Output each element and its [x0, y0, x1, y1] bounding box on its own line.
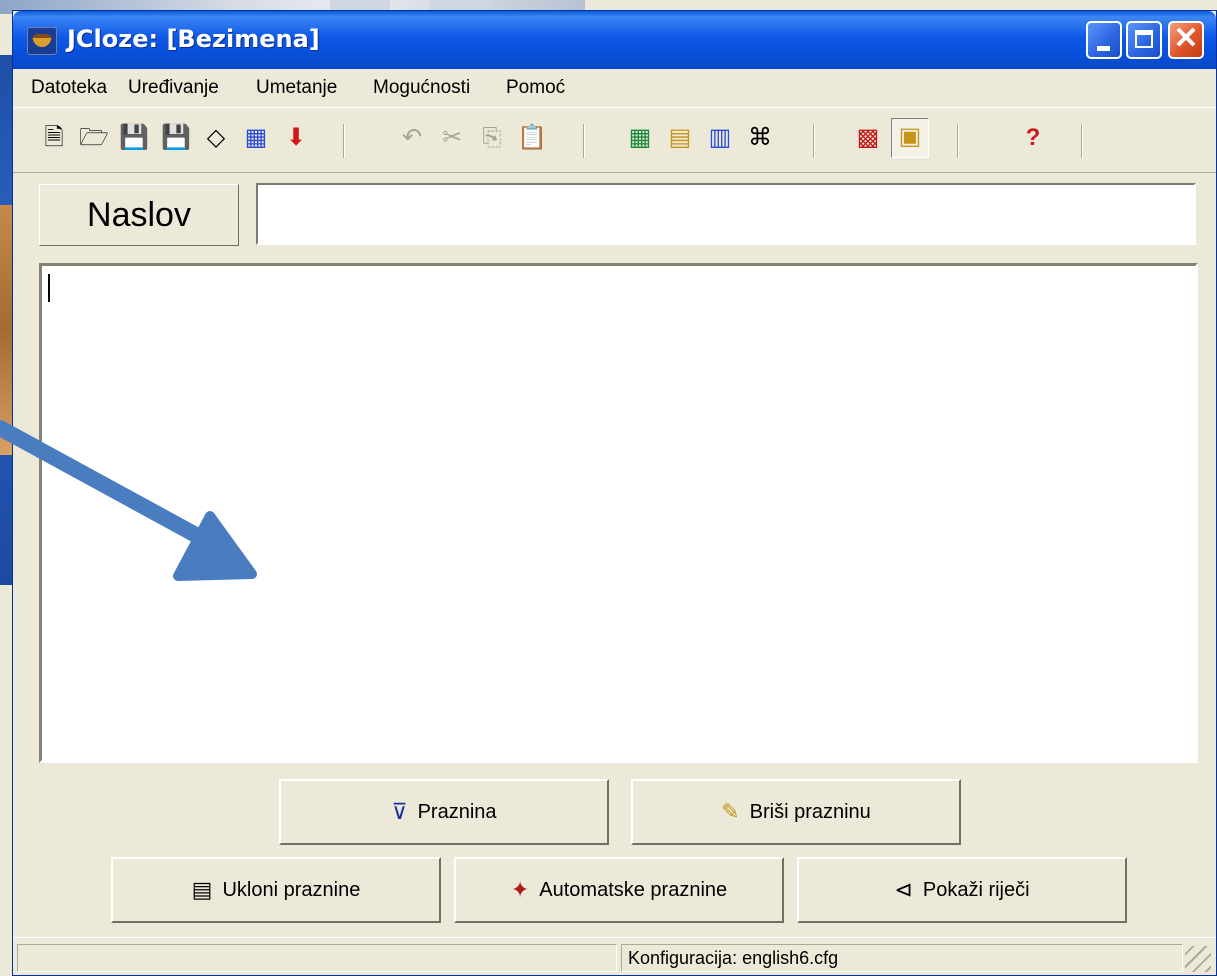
title-input[interactable] [256, 183, 1196, 245]
naslov-button[interactable]: Naslov [39, 184, 239, 246]
open-folder-icon[interactable]: 🗁 [79, 120, 109, 156]
auto-label: Automatske praznine [539, 878, 728, 901]
remove-gaps-icon: ▤ [191, 877, 213, 902]
eraser-icon: ✎ [721, 799, 740, 824]
undo-icon[interactable]: ↶ [397, 120, 427, 156]
automatske-praznine-button[interactable]: ✦ Automatske praznine [454, 857, 784, 923]
close-button[interactable]: ✕ [1168, 21, 1204, 59]
menu-bar: Datoteka Uređivanje Umetanje Mogućnosti … [13, 69, 1216, 107]
gap-icon: ⊽ [391, 799, 408, 824]
praznina-label: Praznina [417, 800, 497, 823]
menu-pomoc[interactable]: Pomoć [506, 77, 565, 99]
pokazi-rijeci-button[interactable]: ⊲ Pokaži riječi [797, 857, 1127, 923]
menu-mogucnosti[interactable]: Mogućnosti [373, 77, 470, 99]
status-bar: Konfiguracija: english6.cfg [13, 937, 1216, 975]
insert-picture-icon[interactable]: ▦ [625, 120, 655, 156]
pokazi-label: Pokaži riječi [922, 878, 1030, 901]
status-config: Konfiguracija: english6.cfg [621, 944, 1183, 972]
save-icon[interactable]: 💾 [119, 120, 149, 156]
status-panel-left [17, 944, 617, 972]
minimize-button[interactable] [1086, 21, 1122, 59]
magic-wand-icon: ✦ [510, 877, 530, 902]
cut-icon[interactable]: ✂ [437, 120, 467, 156]
menu-uredivanje[interactable]: Uređivanje [128, 77, 219, 99]
toolbar-separator [1081, 124, 1083, 158]
praznina-button[interactable]: ⊽ Praznina [279, 779, 609, 845]
show-words-icon: ⊲ [894, 877, 913, 902]
app-icon-shape [33, 38, 51, 47]
title-bar[interactable]: JCloze: [Bezimena] ✕ [13, 11, 1216, 69]
ukloni-praznine-button[interactable]: ▤ Ukloni praznine [111, 857, 441, 923]
text-caret [48, 274, 50, 302]
maximize-icon [1135, 30, 1153, 48]
config-icon[interactable]: ▩ [853, 120, 883, 156]
copy-icon[interactable]: ⎘ [477, 120, 507, 156]
layout-icon[interactable]: ▣ [891, 118, 929, 158]
new-file-icon[interactable]: 🗎 [39, 120, 69, 156]
ukloni-label: Ukloni praznine [222, 878, 361, 901]
window-title: JCloze: [Bezimena] [67, 25, 320, 53]
menu-datoteka[interactable]: Datoteka [31, 77, 107, 99]
help-icon[interactable]: ? [1018, 120, 1048, 156]
toolbar: 🗎 🗁 💾 💾 ◇ ▦ ⬇ ↶ ✂ ⎘ 📋 ▦ ▤ ▥ ⌘ ▩ ▣ ? [13, 107, 1216, 173]
toolbar-separator [343, 124, 345, 158]
insert-link-icon[interactable]: ▤ [665, 120, 695, 156]
eraser-icon[interactable]: ◇ [201, 120, 231, 156]
toolbar-separator [583, 124, 585, 158]
maximize-button[interactable] [1126, 21, 1162, 59]
brisi-label: Briši prazninu [749, 800, 871, 823]
html-icon[interactable]: ⌘ [745, 120, 775, 156]
app-icon[interactable] [27, 27, 57, 55]
resize-grip[interactable] [1185, 946, 1211, 972]
web-page-icon[interactable]: ▥ [705, 120, 735, 156]
desktop-photo [0, 205, 12, 455]
app-window: JCloze: [Bezimena] ✕ Datoteka Uređivanje… [12, 10, 1217, 976]
menu-umetanje[interactable]: Umetanje [256, 77, 337, 99]
brisi-prazninu-button[interactable]: ✎ Briši prazninu [631, 779, 961, 845]
exercise-text-area[interactable] [39, 263, 1198, 763]
minimize-icon [1097, 46, 1110, 51]
close-icon: ✕ [1173, 22, 1199, 55]
toolbar-separator [813, 124, 815, 158]
save-as-icon[interactable]: 💾 [161, 120, 191, 156]
web-export-icon[interactable]: ▦ [241, 120, 271, 156]
toolbar-separator [957, 124, 959, 158]
paste-icon[interactable]: 📋 [517, 120, 547, 156]
arrow-down-icon[interactable]: ⬇ [281, 120, 311, 156]
